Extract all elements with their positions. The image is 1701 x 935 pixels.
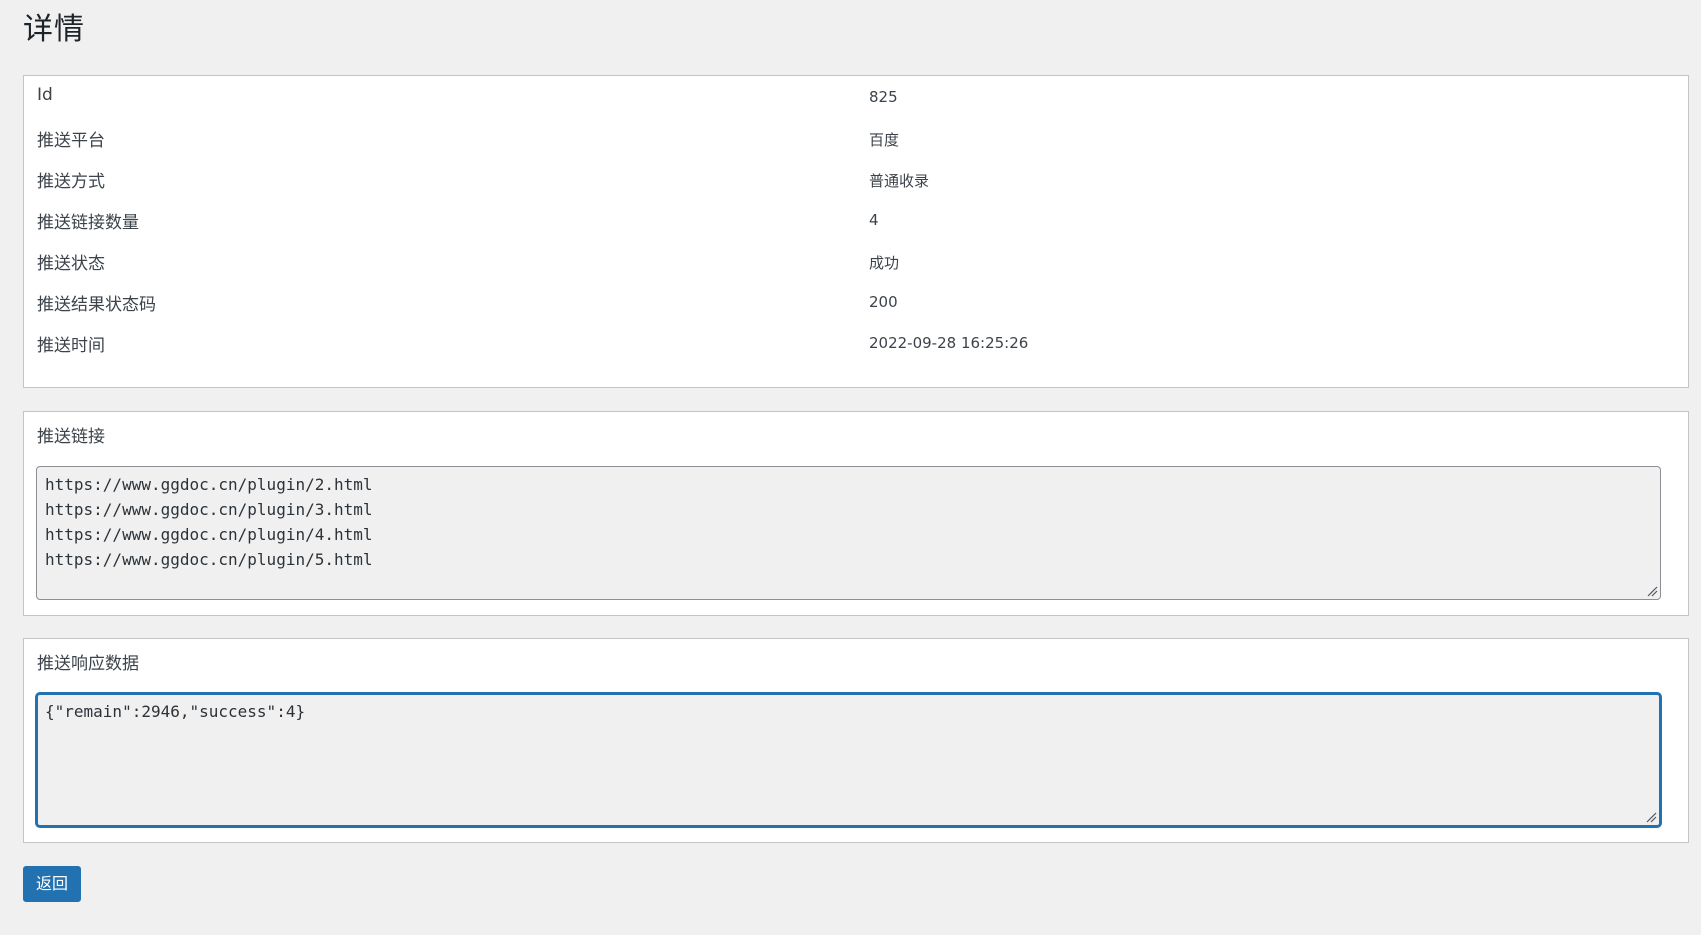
push-links-label: 推送链接 <box>37 427 105 447</box>
push-response-line: {"remain":2946,"success":4} <box>45 702 306 721</box>
details-row-status: 推送状态 成功 <box>24 240 1688 284</box>
details-row-id: Id 825 <box>24 76 1688 120</box>
page-title: 详情 <box>23 12 85 47</box>
details-table: Id 825 推送平台 百度 推送方式 普通收录 推送链接数量 4 推送状态 成… <box>23 75 1689 388</box>
push-links-section: 推送链接 https://www.ggdoc.cn/plugin/2.html … <box>23 411 1689 616</box>
push-response-section: 推送响应数据 {"remain":2946,"success":4} <box>23 638 1689 843</box>
details-value: 成功 <box>869 254 900 272</box>
back-button[interactable]: 返回 <box>23 866 82 902</box>
resize-grip-icon[interactable] <box>1647 586 1658 597</box>
details-row-platform: 推送平台 百度 <box>24 117 1688 161</box>
details-value: 825 <box>869 88 898 106</box>
details-value: 2022-09-28 16:25:26 <box>869 334 1029 352</box>
details-row-method: 推送方式 普通收录 <box>24 158 1688 202</box>
push-response-label: 推送响应数据 <box>37 654 139 674</box>
push-response-textarea[interactable]: {"remain":2946,"success":4} <box>36 693 1661 827</box>
push-links-textarea[interactable]: https://www.ggdoc.cn/plugin/2.html https… <box>36 466 1661 600</box>
details-row-link-count: 推送链接数量 4 <box>24 199 1688 243</box>
details-row-status-code: 推送结果状态码 200 <box>24 281 1688 325</box>
details-label: Id <box>37 85 53 105</box>
resize-grip-icon[interactable] <box>1646 812 1657 823</box>
push-link-line: https://www.ggdoc.cn/plugin/5.html <box>45 550 373 569</box>
details-label: 推送结果状态码 <box>37 295 156 315</box>
details-label: 推送链接数量 <box>37 213 139 233</box>
details-value: 200 <box>869 293 898 311</box>
push-link-line: https://www.ggdoc.cn/plugin/3.html <box>45 500 373 519</box>
push-link-line: https://www.ggdoc.cn/plugin/2.html <box>45 475 373 494</box>
details-value: 4 <box>869 211 879 229</box>
details-label: 推送方式 <box>37 172 105 192</box>
details-label: 推送状态 <box>37 254 105 274</box>
push-link-line: https://www.ggdoc.cn/plugin/4.html <box>45 525 373 544</box>
details-value: 百度 <box>869 131 900 149</box>
details-label: 推送时间 <box>37 336 105 356</box>
details-label: 推送平台 <box>37 131 105 151</box>
details-value: 普通收录 <box>869 172 930 190</box>
details-row-time: 推送时间 2022-09-28 16:25:26 <box>24 322 1688 366</box>
